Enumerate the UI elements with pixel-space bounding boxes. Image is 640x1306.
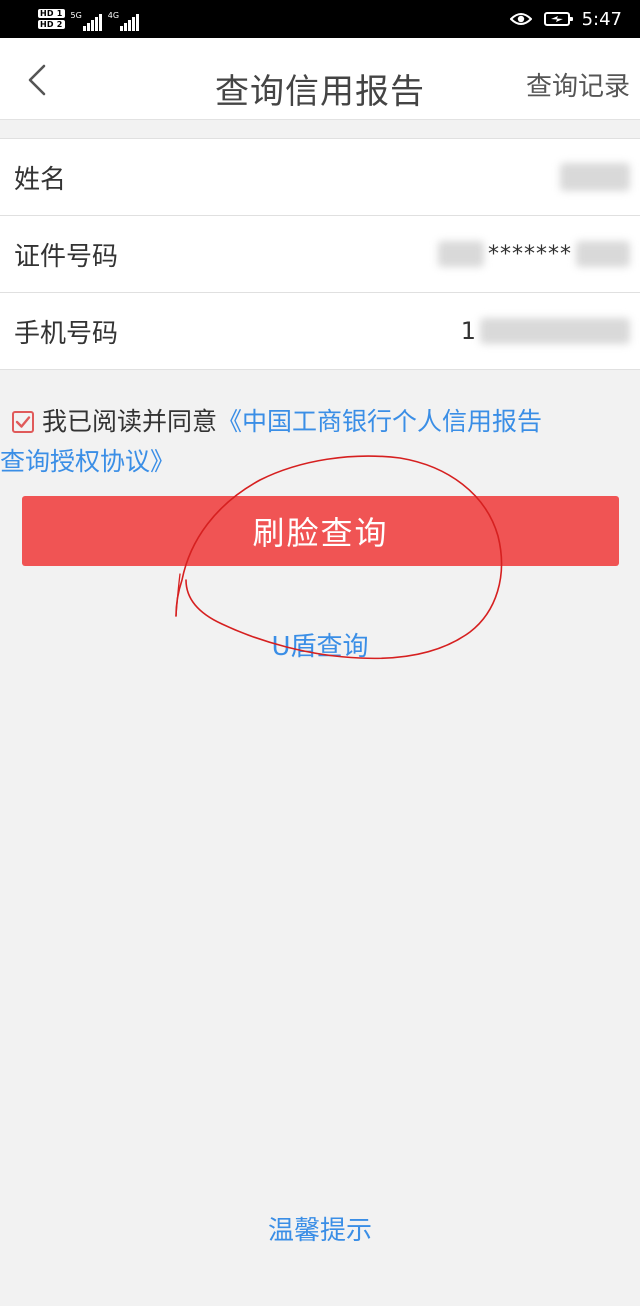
agreement-section: 我已阅读并同意《中国工商银行个人信用报告 查询授权协议》 — [0, 398, 640, 482]
redacted-block — [480, 318, 630, 344]
redacted-block — [560, 163, 630, 191]
masked-digits: ******* — [488, 241, 572, 267]
check-icon — [15, 416, 31, 428]
agreement-text: 我已阅读并同意 — [42, 407, 218, 436]
eye-icon — [509, 13, 532, 25]
phone-value: 1 — [461, 317, 630, 345]
agreement-link-line1[interactable]: 《中国工商银行个人信用报告 — [217, 407, 542, 436]
signal-strength-icon — [82, 13, 102, 31]
id-number-label: 证件号码 — [14, 241, 119, 272]
network-type-2: 4G — [107, 11, 120, 20]
status-left: HD 1 HD 2 5G 4G — [38, 7, 140, 31]
phone-prefix: 1 — [460, 317, 476, 345]
user-info-list: 姓名 证件号码 ******* 手机号码 1 — [0, 138, 640, 370]
query-history-link[interactable]: 查询记录 — [526, 66, 630, 103]
ukey-query-link[interactable]: U盾查询 — [0, 626, 640, 663]
hd-1-badge: HD 1 — [38, 9, 65, 18]
agreement-link-line2[interactable]: 查询授权协议》 — [0, 442, 634, 482]
network-type-1: 5G — [70, 11, 82, 20]
warm-tips-link[interactable]: 温馨提示 — [0, 1210, 640, 1247]
status-bar: HD 1 HD 2 5G 4G 5:47 — [0, 0, 640, 38]
status-right: 5:47 — [509, 8, 622, 30]
redacted-block — [576, 241, 630, 267]
navigation-bar: 查询信用报告 查询记录 — [0, 38, 640, 120]
name-row: 姓名 — [0, 139, 640, 216]
hd-indicators: HD 1 HD 2 — [38, 9, 65, 29]
name-label: 姓名 — [14, 164, 67, 195]
face-recognition-query-button[interactable]: 刷脸查询 — [22, 496, 619, 566]
id-number-row: 证件号码 ******* — [0, 216, 640, 293]
hd-2-badge: HD 2 — [38, 20, 65, 29]
battery-icon — [543, 12, 573, 26]
name-value — [560, 163, 630, 191]
redacted-block — [438, 241, 484, 267]
signal-group-1: 5G — [71, 7, 102, 31]
id-number-value: ******* — [438, 241, 630, 267]
clock-time: 5:47 — [581, 8, 622, 30]
phone-label: 手机号码 — [14, 318, 119, 349]
signal-group-2: 4G — [107, 7, 140, 31]
phone-row: 手机号码 1 — [0, 293, 640, 370]
agreement-checkbox[interactable] — [12, 411, 34, 433]
signal-strength-icon — [120, 13, 140, 31]
